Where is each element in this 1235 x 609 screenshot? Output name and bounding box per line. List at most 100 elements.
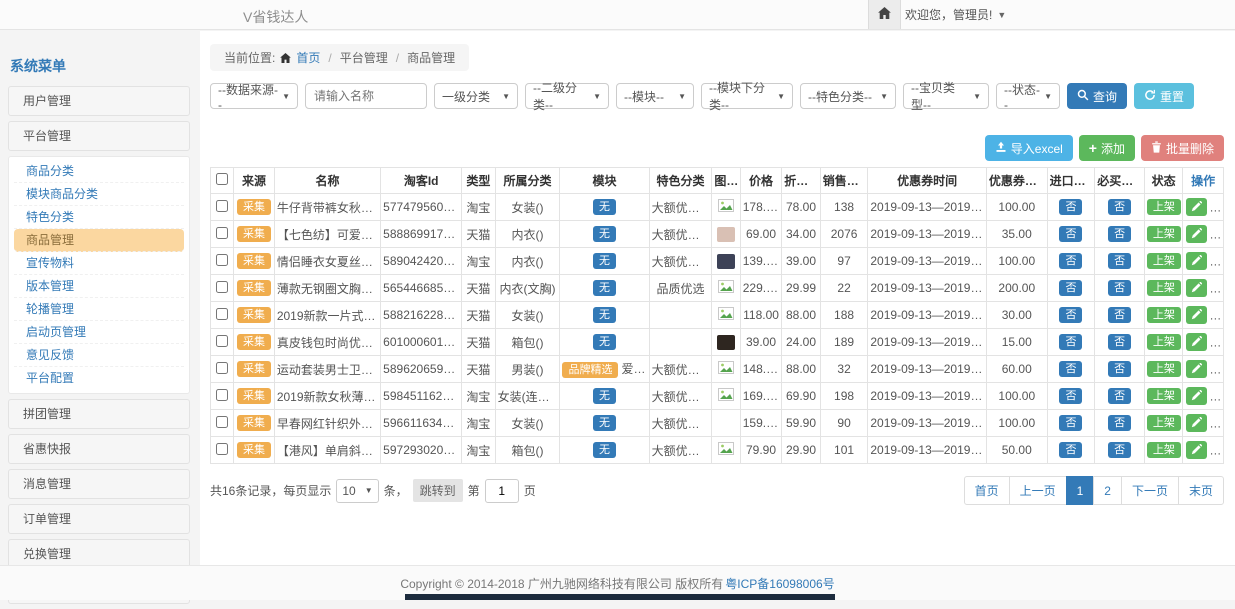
module-badge[interactable]: 无 xyxy=(593,307,616,323)
per-page-select[interactable]: 10 ▼ xyxy=(336,479,378,503)
sidebar-item[interactable]: 消息管理 xyxy=(8,469,190,499)
row-checkbox[interactable] xyxy=(216,443,228,455)
edit-button[interactable] xyxy=(1186,333,1207,351)
sidebar-subitem[interactable]: 商品管理 xyxy=(14,229,184,252)
filter-select[interactable]: --特色分类--▼ xyxy=(800,83,896,109)
status-badge[interactable]: 上架 xyxy=(1147,253,1181,269)
sidebar-subitem[interactable]: 模块商品分类 xyxy=(14,183,184,206)
page-button[interactable]: 1 xyxy=(1066,476,1095,505)
sidebar-subitem[interactable]: 意见反馈 xyxy=(14,344,184,367)
edit-button[interactable] xyxy=(1186,225,1207,243)
sidebar-item[interactable]: 拼团管理 xyxy=(8,399,190,429)
batch-delete-button[interactable]: 批量删除 xyxy=(1141,135,1224,161)
sidebar-subitem[interactable]: 启动页管理 xyxy=(14,321,184,344)
imported-toggle-badge[interactable]: 否 xyxy=(1059,307,1082,323)
edit-button[interactable] xyxy=(1186,198,1207,216)
must-buy-toggle-badge[interactable]: 否 xyxy=(1108,415,1131,431)
edit-button[interactable] xyxy=(1186,279,1207,297)
module-badge[interactable]: 无 xyxy=(593,442,616,458)
reset-button[interactable]: 重置 xyxy=(1134,83,1194,109)
filter-select[interactable]: --宝贝类型--▼ xyxy=(903,83,989,109)
row-checkbox[interactable] xyxy=(216,362,228,374)
must-buy-toggle-badge[interactable]: 否 xyxy=(1108,388,1131,404)
status-badge[interactable]: 上架 xyxy=(1147,388,1181,404)
imported-toggle-badge[interactable]: 否 xyxy=(1059,334,1082,350)
sidebar-subitem[interactable]: 轮播管理 xyxy=(14,298,184,321)
sidebar-subitem[interactable]: 特色分类 xyxy=(14,206,184,229)
imported-toggle-badge[interactable]: 否 xyxy=(1059,280,1082,296)
row-checkbox[interactable] xyxy=(216,308,228,320)
must-buy-toggle-badge[interactable]: 否 xyxy=(1108,253,1131,269)
status-badge[interactable]: 上架 xyxy=(1147,307,1181,323)
imported-toggle-badge[interactable]: 否 xyxy=(1059,199,1082,215)
imported-toggle-badge[interactable]: 否 xyxy=(1059,415,1082,431)
must-buy-toggle-badge[interactable]: 否 xyxy=(1108,334,1131,350)
must-buy-toggle-badge[interactable]: 否 xyxy=(1108,199,1131,215)
imported-toggle-badge[interactable]: 否 xyxy=(1059,388,1082,404)
status-badge[interactable]: 上架 xyxy=(1147,361,1181,377)
search-button[interactable]: 查询 xyxy=(1067,83,1127,109)
page-button[interactable]: 首页 xyxy=(964,476,1010,505)
page-button[interactable]: 下一页 xyxy=(1121,476,1179,505)
module-badge[interactable]: 无 xyxy=(593,253,616,269)
row-checkbox[interactable] xyxy=(216,227,228,239)
sidebar-subitem[interactable]: 版本管理 xyxy=(14,275,184,298)
import-excel-button[interactable]: 导入excel xyxy=(985,135,1073,161)
status-badge[interactable]: 上架 xyxy=(1147,199,1181,215)
edit-button[interactable] xyxy=(1186,252,1207,270)
status-badge[interactable]: 上架 xyxy=(1147,442,1181,458)
breadcrumb-home-link[interactable]: 首页 xyxy=(296,49,320,66)
status-badge[interactable]: 上架 xyxy=(1147,280,1181,296)
edit-button[interactable] xyxy=(1186,306,1207,324)
module-badge[interactable]: 无 xyxy=(593,415,616,431)
home-button[interactable] xyxy=(868,0,901,29)
filter-select[interactable]: --二级分类--▼ xyxy=(525,83,609,109)
edit-button[interactable] xyxy=(1186,387,1207,405)
page-button[interactable]: 末页 xyxy=(1178,476,1224,505)
sidebar-item[interactable]: 订单管理 xyxy=(8,504,190,534)
row-checkbox[interactable] xyxy=(216,335,228,347)
must-buy-toggle-badge[interactable]: 否 xyxy=(1108,442,1131,458)
sidebar-item[interactable]: 平台管理 xyxy=(8,121,190,151)
filter-select[interactable]: --数据来源--▼ xyxy=(210,83,298,109)
must-buy-toggle-badge[interactable]: 否 xyxy=(1108,280,1131,296)
module-badge[interactable]: 无 xyxy=(593,226,616,242)
filter-select[interactable]: --模块下分类--▼ xyxy=(701,83,793,109)
must-buy-toggle-badge[interactable]: 否 xyxy=(1108,226,1131,242)
add-button[interactable]: + 添加 xyxy=(1079,135,1135,161)
sidebar-item[interactable]: 省惠快报 xyxy=(8,434,190,464)
user-menu[interactable]: 欢迎您，管理员! ▼ xyxy=(905,0,1006,29)
module-badge[interactable]: 无 xyxy=(593,199,616,215)
select-all-checkbox[interactable] xyxy=(216,173,228,185)
name-search-input[interactable] xyxy=(305,83,427,109)
module-badge[interactable]: 无 xyxy=(593,388,616,404)
row-checkbox[interactable] xyxy=(216,389,228,401)
icp-link[interactable]: 粤ICP备16098006号 xyxy=(725,575,834,592)
must-buy-toggle-badge[interactable]: 否 xyxy=(1108,361,1131,377)
page-button[interactable]: 2 xyxy=(1093,476,1122,505)
sidebar-subitem[interactable]: 平台配置 xyxy=(14,367,184,390)
must-buy-toggle-badge[interactable]: 否 xyxy=(1108,307,1131,323)
filter-select[interactable]: --状态--▼ xyxy=(996,83,1060,109)
row-checkbox[interactable] xyxy=(216,416,228,428)
jump-to-button[interactable]: 跳转到 xyxy=(413,479,463,502)
edit-button[interactable] xyxy=(1186,441,1207,459)
module-badge[interactable]: 无 xyxy=(593,334,616,350)
row-checkbox[interactable] xyxy=(216,281,228,293)
edit-button[interactable] xyxy=(1186,414,1207,432)
sidebar-subitem[interactable]: 宣传物料 xyxy=(14,252,184,275)
row-checkbox[interactable] xyxy=(216,200,228,212)
status-badge[interactable]: 上架 xyxy=(1147,415,1181,431)
status-badge[interactable]: 上架 xyxy=(1147,226,1181,242)
imported-toggle-badge[interactable]: 否 xyxy=(1059,226,1082,242)
edit-button[interactable] xyxy=(1186,360,1207,378)
row-checkbox[interactable] xyxy=(216,254,228,266)
page-button[interactable]: 上一页 xyxy=(1009,476,1067,505)
sidebar-subitem[interactable]: 商品分类 xyxy=(14,160,184,183)
page-number-input[interactable] xyxy=(485,479,519,503)
module-badge[interactable]: 品牌精选 xyxy=(562,362,618,378)
imported-toggle-badge[interactable]: 否 xyxy=(1059,361,1082,377)
module-badge[interactable]: 无 xyxy=(593,280,616,296)
imported-toggle-badge[interactable]: 否 xyxy=(1059,442,1082,458)
status-badge[interactable]: 上架 xyxy=(1147,334,1181,350)
